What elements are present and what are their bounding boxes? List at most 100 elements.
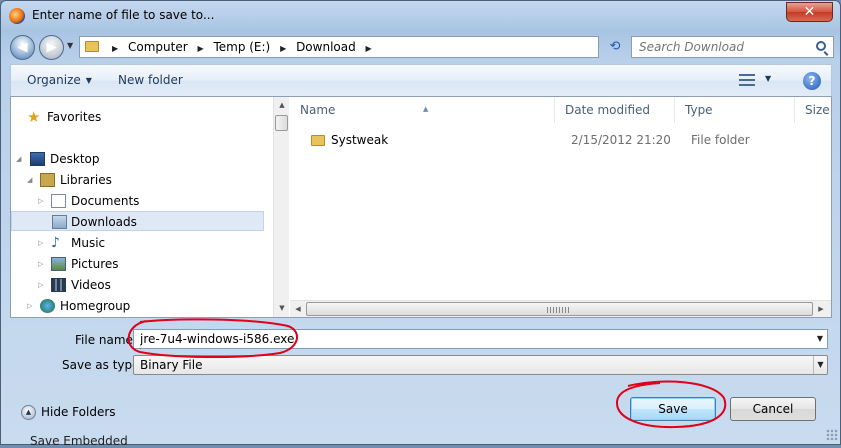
nav-item-label: Videos — [71, 278, 111, 292]
file-name-input[interactable] — [134, 330, 809, 348]
nav-item-libraries[interactable]: Libraries — [40, 170, 270, 190]
file-date-modified: 2/15/2012 21:20 — [571, 133, 671, 147]
search-input[interactable] — [632, 37, 812, 57]
nav-item-label: Downloads — [71, 215, 137, 229]
navigation-pane: ★ Favorites ◢ Desktop ◢ Libraries ▷ Docu… — [11, 97, 272, 317]
scroll-right-icon[interactable]: ▶ — [813, 301, 829, 317]
file-name-combobox[interactable]: ▼ — [133, 329, 828, 349]
save-button[interactable]: Save — [630, 397, 716, 421]
column-header-label: Name — [300, 103, 336, 117]
expand-arrow-icon[interactable]: ▷ — [38, 260, 43, 268]
breadcrumb-download[interactable]: Download — [296, 40, 356, 54]
nav-item-label: Pictures — [71, 257, 119, 271]
nav-item-desktop[interactable]: Desktop — [30, 149, 270, 169]
videos-icon — [51, 278, 66, 292]
breadcrumb-temp-drive[interactable]: Temp (E:) — [213, 40, 270, 54]
save-as-type-select[interactable]: Binary File ▼ — [133, 355, 828, 375]
firefox-icon — [9, 8, 25, 24]
scrollbar-thumb[interactable] — [306, 302, 813, 316]
file-name: Systweak — [331, 133, 389, 147]
nav-item-homegroup[interactable]: Homegroup — [40, 296, 270, 316]
nav-pane-scrollbar[interactable]: ▲ ▼ — [273, 97, 289, 317]
expand-arrow-icon[interactable]: ◢ — [27, 176, 32, 184]
nav-item-pictures[interactable]: Pictures — [51, 254, 270, 274]
window-title: Enter name of file to save to... — [32, 8, 215, 22]
file-list-horizontal-scrollbar[interactable]: ◀ ▶ — [290, 300, 831, 317]
nav-item-favorites[interactable]: ★ Favorites — [27, 107, 267, 127]
search-icon[interactable] — [816, 41, 826, 51]
folder-icon — [85, 41, 99, 52]
address-bar[interactable]: ▶ Computer ▶ Temp (E:) ▶ Download ▶ — [79, 36, 599, 58]
nav-item-label: Music — [71, 236, 106, 250]
desktop-icon — [30, 152, 45, 166]
command-toolbar: Organize ▼ New folder ▼ ? — [10, 64, 832, 96]
nav-item-label: Desktop — [50, 152, 100, 166]
back-button[interactable]: ◀ — [10, 35, 35, 60]
file-row[interactable]: Systweak 2/15/2012 21:20 File folder — [290, 129, 831, 151]
file-type: File folder — [691, 133, 750, 147]
nav-item-downloads[interactable]: Downloads — [11, 211, 264, 231]
recent-pages-dropdown-icon[interactable]: ▼ — [67, 41, 73, 50]
save-dialog-window: Enter name of file to save to... ✕ ◀ ▶ ▼… — [0, 0, 841, 445]
nav-item-videos[interactable]: Videos — [51, 275, 270, 295]
pictures-icon — [51, 257, 66, 271]
view-dropdown-icon[interactable]: ▼ — [765, 74, 771, 83]
expand-arrow-icon[interactable]: ▷ — [27, 302, 32, 310]
scroll-up-icon[interactable]: ▲ — [274, 97, 290, 113]
file-list-pane: Name ▲ Date modified Type Size Systweak … — [290, 97, 831, 317]
save-as-type-value: Binary File — [140, 358, 203, 372]
breadcrumb-computer[interactable]: Computer — [128, 40, 188, 54]
title-bar[interactable]: Enter name of file to save to... ✕ — [1, 1, 840, 31]
refresh-icon[interactable]: ⟲ — [605, 39, 625, 55]
resize-grip-icon[interactable] — [826, 429, 838, 441]
chevron-down-icon[interactable]: ▼ — [813, 356, 827, 374]
hide-folders-label: Hide Folders — [41, 405, 116, 419]
nav-item-label: Favorites — [47, 110, 102, 124]
save-as-type-label: Save as type: — [62, 358, 144, 372]
close-button[interactable]: ✕ — [786, 2, 833, 22]
new-folder-button[interactable]: New folder — [118, 73, 183, 87]
chevron-right-icon[interactable]: ▶ — [366, 44, 372, 53]
grip-icon — [547, 307, 571, 313]
help-icon[interactable]: ? — [803, 72, 821, 90]
chevron-up-icon: ▲ — [21, 405, 36, 420]
column-header-date-modified[interactable]: Date modified — [555, 97, 675, 123]
column-header-name[interactable]: Name ▲ — [290, 97, 555, 123]
cancel-button[interactable]: Cancel — [730, 397, 816, 421]
sort-ascending-icon: ▲ — [423, 105, 429, 113]
chevron-right-icon[interactable]: ▶ — [280, 44, 286, 53]
expand-arrow-icon[interactable]: ▷ — [38, 281, 43, 289]
chevron-down-icon: ▼ — [85, 76, 92, 85]
column-header-size[interactable]: Size — [795, 97, 831, 123]
nav-item-music[interactable]: ♪ Music — [51, 233, 270, 253]
downloads-icon — [52, 215, 67, 229]
column-header-type[interactable]: Type — [675, 97, 795, 123]
chevron-right-icon[interactable]: ▶ — [112, 44, 118, 53]
chevron-down-icon[interactable]: ▼ — [813, 330, 827, 348]
scrollbar-thumb[interactable] — [275, 115, 288, 131]
folder-icon — [311, 135, 325, 146]
expand-arrow-icon[interactable]: ◢ — [16, 155, 21, 163]
scroll-left-icon[interactable]: ◀ — [290, 301, 306, 317]
music-icon: ♪ — [51, 235, 60, 251]
chevron-right-icon[interactable]: ▶ — [197, 44, 203, 53]
documents-icon — [51, 194, 66, 208]
star-icon: ★ — [27, 108, 41, 126]
nav-item-label: Libraries — [60, 173, 112, 187]
organize-label: Organize — [27, 73, 81, 87]
nav-item-label: Homegroup — [60, 299, 131, 313]
browser-content: ★ Favorites ◢ Desktop ◢ Libraries ▷ Docu… — [10, 96, 832, 318]
breadcrumb: ▶ Computer ▶ Temp (E:) ▶ Download ▶ — [106, 37, 378, 57]
search-box[interactable] — [631, 36, 834, 58]
background-window-text: Save Embedded — [30, 434, 128, 448]
view-list-icon[interactable] — [739, 74, 755, 86]
forward-button[interactable]: ▶ — [39, 35, 64, 60]
expand-arrow-icon[interactable]: ▷ — [38, 239, 43, 247]
organize-button[interactable]: Organize ▼ — [27, 73, 92, 87]
expand-arrow-icon[interactable]: ▷ — [38, 197, 43, 205]
arrow-left-icon: ◀ — [17, 40, 28, 55]
nav-item-documents[interactable]: Documents — [51, 191, 270, 211]
file-name-label: File name: — [75, 333, 137, 347]
arrow-right-icon: ▶ — [46, 40, 57, 55]
scroll-down-icon[interactable]: ▼ — [274, 300, 290, 316]
